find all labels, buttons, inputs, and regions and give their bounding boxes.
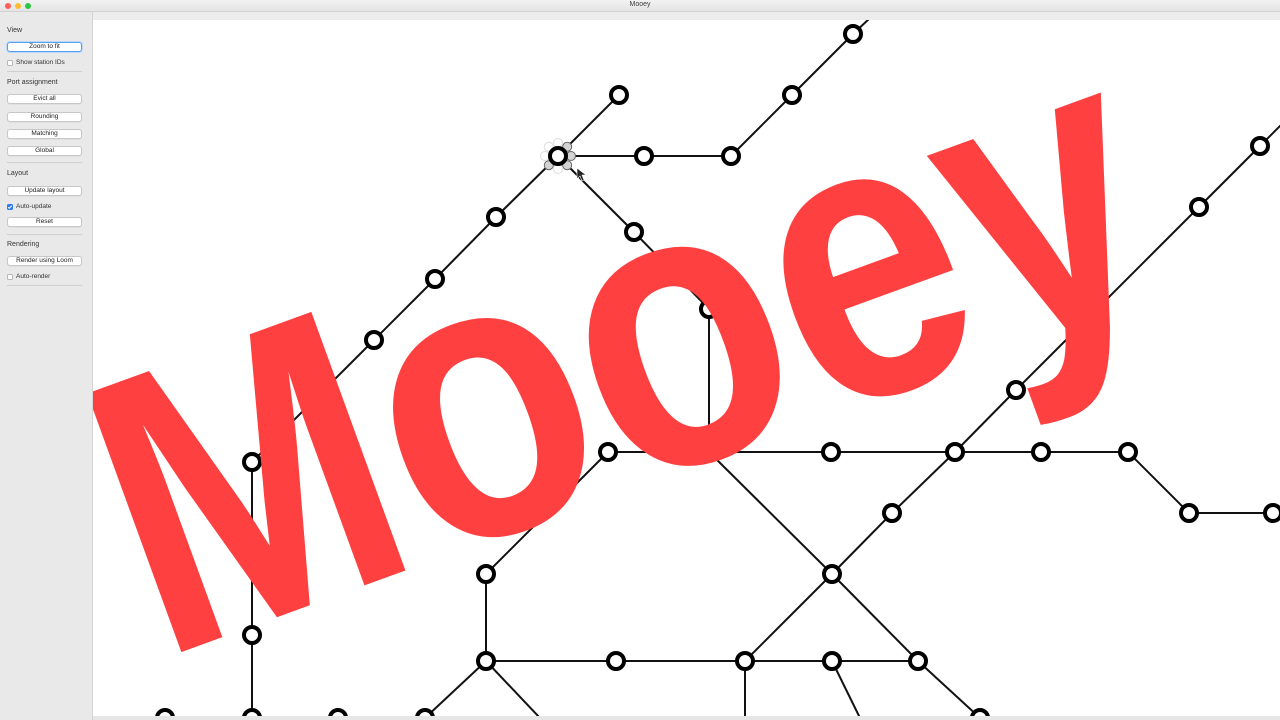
show-station-ids-label: Show station IDs (16, 59, 65, 66)
canvas-bottom-edge (93, 716, 1280, 720)
auto-render-label: Auto-render (16, 273, 51, 280)
show-station-ids-row[interactable]: Show station IDs (7, 58, 65, 67)
station-node[interactable] (1031, 442, 1051, 462)
station-node[interactable] (1263, 503, 1280, 523)
line-segment (831, 573, 919, 662)
section-title-rendering: Rendering (7, 241, 40, 248)
station-node[interactable] (476, 651, 496, 671)
zoom-to-fit-button[interactable]: Zoom to fit (7, 42, 82, 52)
station-node[interactable] (609, 85, 629, 105)
map-canvas[interactable]: Mooey (93, 20, 1280, 716)
auto-render-checkbox[interactable] (7, 273, 13, 280)
line-segment (425, 660, 487, 716)
render-using-loom-button[interactable]: Render using Loom (7, 256, 82, 266)
show-station-ids-checkbox[interactable] (7, 59, 13, 66)
section-title-layout: Layout (7, 170, 29, 177)
auto-update-label: Auto-update (16, 203, 52, 210)
divider (7, 162, 82, 163)
line-segment (744, 573, 833, 662)
station-node[interactable] (1250, 136, 1270, 156)
line-segment (485, 660, 540, 716)
station-node[interactable] (822, 651, 842, 671)
line-segment (831, 512, 893, 575)
divider (7, 285, 82, 286)
divider (7, 71, 82, 72)
matching-button[interactable]: Matching (7, 129, 82, 139)
mooey-logo-text: Mooey (93, 20, 1207, 716)
station-node[interactable] (882, 503, 902, 523)
line-segment (917, 660, 980, 716)
station-node[interactable] (822, 564, 842, 584)
window-title: Mooey (629, 1, 651, 8)
global-button[interactable]: Global (7, 146, 82, 156)
divider (7, 234, 82, 235)
auto-update-row[interactable]: Auto-update (7, 202, 51, 211)
section-title-view: View (7, 27, 23, 34)
station-node[interactable] (1189, 197, 1209, 217)
app-window: Mooey View Zoom to fit Show station IDs … (0, 0, 1280, 720)
reset-button[interactable]: Reset (7, 217, 82, 227)
sidebar: View Zoom to fit Show station IDs Port a… (0, 12, 93, 720)
title-bar: Mooey (0, 0, 1280, 12)
auto-update-checkbox[interactable] (7, 203, 13, 210)
section-title-port-assignment: Port assignment (7, 79, 58, 86)
line-segment (1127, 451, 1190, 514)
evict-all-button[interactable]: Evict all (7, 94, 82, 104)
update-layout-button[interactable]: Update layout (7, 186, 82, 196)
mooey-logo-overlay: Mooey (93, 20, 1207, 716)
line-segment (1198, 145, 1261, 208)
station-node[interactable] (1118, 442, 1138, 462)
station-node[interactable] (606, 651, 626, 671)
station-node[interactable] (1179, 503, 1199, 523)
auto-render-row[interactable]: Auto-render (7, 272, 50, 281)
station-node[interactable] (908, 651, 928, 671)
rounding-button[interactable]: Rounding (7, 112, 82, 122)
station-node[interactable] (735, 651, 755, 671)
